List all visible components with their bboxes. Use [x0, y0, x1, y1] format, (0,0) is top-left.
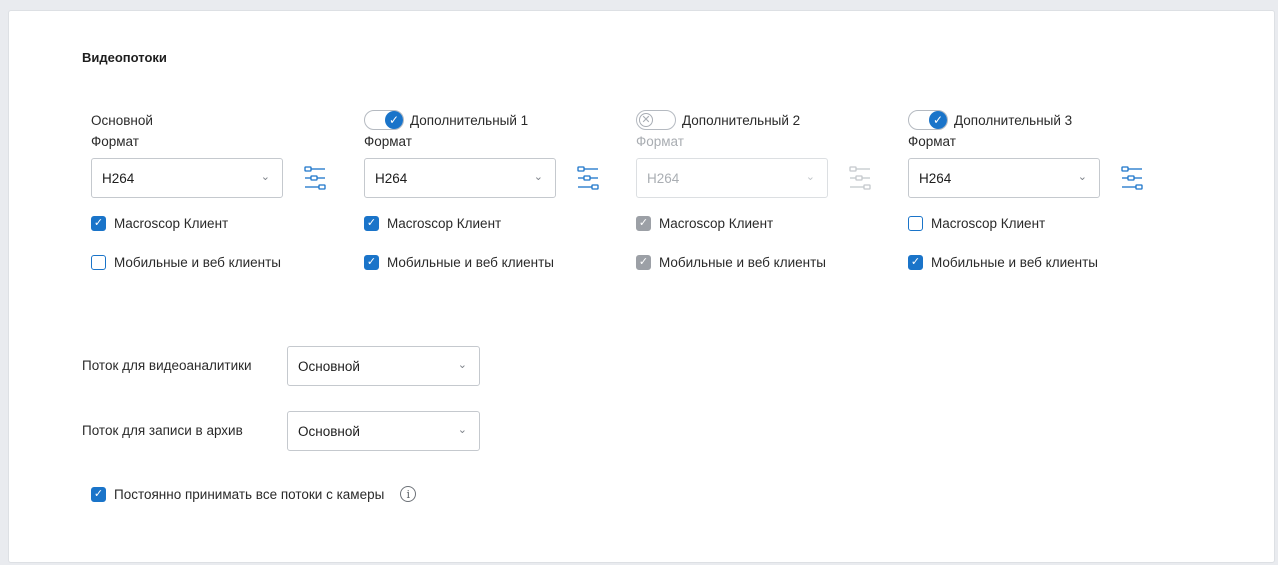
section-title: Видеопотоки: [82, 50, 167, 65]
mobile-web-option[interactable]: Мобильные и веб клиенты: [91, 255, 281, 270]
checkmark-icon: ✓: [638, 217, 649, 229]
macroscop-client-option: ✓ Macroscop Клиент: [636, 216, 773, 231]
checkmark-icon: ✓: [929, 111, 947, 129]
chevron-down-icon: ⌄: [805, 171, 815, 183]
macroscop-client-label: Macroscop Клиент: [931, 216, 1046, 231]
checkmark-icon: ✓: [638, 256, 649, 268]
format-label: Формат: [908, 134, 956, 149]
macroscop-client-option[interactable]: Macroscop Клиент: [908, 216, 1045, 231]
format-label: Формат: [91, 134, 139, 149]
checkmark-icon: ✓: [366, 217, 377, 229]
mobile-web-checkbox: ✓: [636, 255, 651, 270]
checkmark-icon: ✓: [366, 256, 377, 268]
sliders-settings-icon[interactable]: [1120, 164, 1144, 192]
video-streams-panel: [8, 10, 1275, 563]
mobile-web-checkbox[interactable]: [91, 255, 106, 270]
stream-name: Дополнительный 2: [682, 112, 801, 128]
x-icon: ✕: [639, 113, 653, 127]
checkmark-icon: ✓: [910, 256, 921, 268]
macroscop-client-option[interactable]: ✓ Macroscop Клиент: [91, 216, 228, 231]
macroscop-client-label: Macroscop Клиент: [114, 216, 229, 231]
mobile-web-label: Мобильные и веб клиенты: [114, 255, 281, 270]
checkmark-icon: ✓: [385, 111, 403, 129]
format-value: H264: [102, 170, 135, 186]
chevron-down-icon: ⌄: [457, 359, 467, 371]
macroscop-client-checkbox[interactable]: [908, 216, 923, 231]
macroscop-client-label: Macroscop Клиент: [659, 216, 774, 231]
archive-stream-label: Поток для записи в архив: [82, 423, 243, 438]
mobile-web-label: Мобильные и веб клиенты: [659, 255, 826, 270]
always-receive-label: Постоянно принимать все потоки с камеры: [114, 486, 385, 502]
stream-column: ✓ Дополнительный 1 Формат H264 ⌄ ✓ Macroscop К…: [364, 104, 634, 274]
stream-name: Дополнительный 1: [410, 112, 529, 128]
mobile-web-option[interactable]: ✓ Мобильные и веб клиенты: [908, 255, 1098, 270]
analytics-stream-label: Поток для видеоаналитики: [82, 358, 252, 373]
macroscop-client-option[interactable]: ✓ Macroscop Клиент: [364, 216, 501, 231]
format-value: H264: [919, 170, 952, 186]
analytics-stream-select[interactable]: Основной ⌄: [287, 346, 480, 386]
mobile-web-option: ✓ Мобильные и веб клиенты: [636, 255, 826, 270]
macroscop-client-checkbox[interactable]: ✓: [364, 216, 379, 231]
checkmark-icon: ✓: [93, 217, 104, 229]
archive-stream-select[interactable]: Основной ⌄: [287, 411, 480, 451]
format-select: H264 ⌄: [636, 158, 828, 198]
always-receive-row[interactable]: ✓ Постоянно принимать все потоки с камер…: [91, 486, 417, 502]
sliders-settings-icon: [848, 164, 872, 192]
stream-header: ✕ Дополнительный 2: [636, 110, 800, 130]
sliders-settings-icon[interactable]: [576, 164, 600, 192]
mobile-web-label: Мобильные и веб клиенты: [931, 255, 1098, 270]
format-value: H264: [375, 170, 408, 186]
stream-name: Дополнительный 3: [954, 112, 1073, 128]
stream-header: Основной: [91, 110, 153, 130]
stream-toggle[interactable]: ✓: [908, 110, 948, 130]
format-select[interactable]: H264 ⌄: [908, 158, 1100, 198]
always-receive-checkbox[interactable]: ✓: [91, 486, 106, 502]
stream-header: ✓ Дополнительный 3: [908, 110, 1072, 130]
stream-toggle[interactable]: ✕: [636, 110, 676, 130]
stream-toggle[interactable]: ✓: [364, 110, 404, 130]
sliders-settings-icon[interactable]: [303, 164, 327, 192]
stream-column: Основной Формат H264 ⌄ ✓ Macroscop Клиент Моби…: [91, 104, 361, 274]
chevron-down-icon: ⌄: [533, 171, 543, 183]
analytics-stream-value: Основной: [298, 358, 360, 374]
info-icon[interactable]: i: [400, 486, 417, 502]
stream-header: ✓ Дополнительный 1: [364, 110, 528, 130]
chevron-down-icon: ⌄: [457, 424, 467, 436]
macroscop-client-checkbox[interactable]: ✓: [91, 216, 106, 231]
format-select[interactable]: H264 ⌄: [91, 158, 283, 198]
mobile-web-label: Мобильные и веб клиенты: [387, 255, 554, 270]
mobile-web-checkbox[interactable]: ✓: [908, 255, 923, 270]
mobile-web-option[interactable]: ✓ Мобильные и веб клиенты: [364, 255, 554, 270]
archive-stream-value: Основной: [298, 423, 360, 439]
stream-name: Основной: [91, 112, 153, 128]
checkmark-icon: ✓: [93, 487, 104, 500]
format-label: Формат: [364, 134, 412, 149]
stream-column: ✓ Дополнительный 3 Формат H264 ⌄ Macroscop Кл…: [908, 104, 1178, 274]
format-value: H264: [647, 170, 680, 186]
chevron-down-icon: ⌄: [1077, 171, 1087, 183]
stream-column: ✕ Дополнительный 2 Формат H264 ⌄ ✓ Macroscop К…: [636, 104, 906, 274]
macroscop-client-label: Macroscop Клиент: [387, 216, 502, 231]
format-label: Формат: [636, 134, 684, 149]
chevron-down-icon: ⌄: [260, 171, 270, 183]
format-select[interactable]: H264 ⌄: [364, 158, 556, 198]
mobile-web-checkbox[interactable]: ✓: [364, 255, 379, 270]
macroscop-client-checkbox: ✓: [636, 216, 651, 231]
